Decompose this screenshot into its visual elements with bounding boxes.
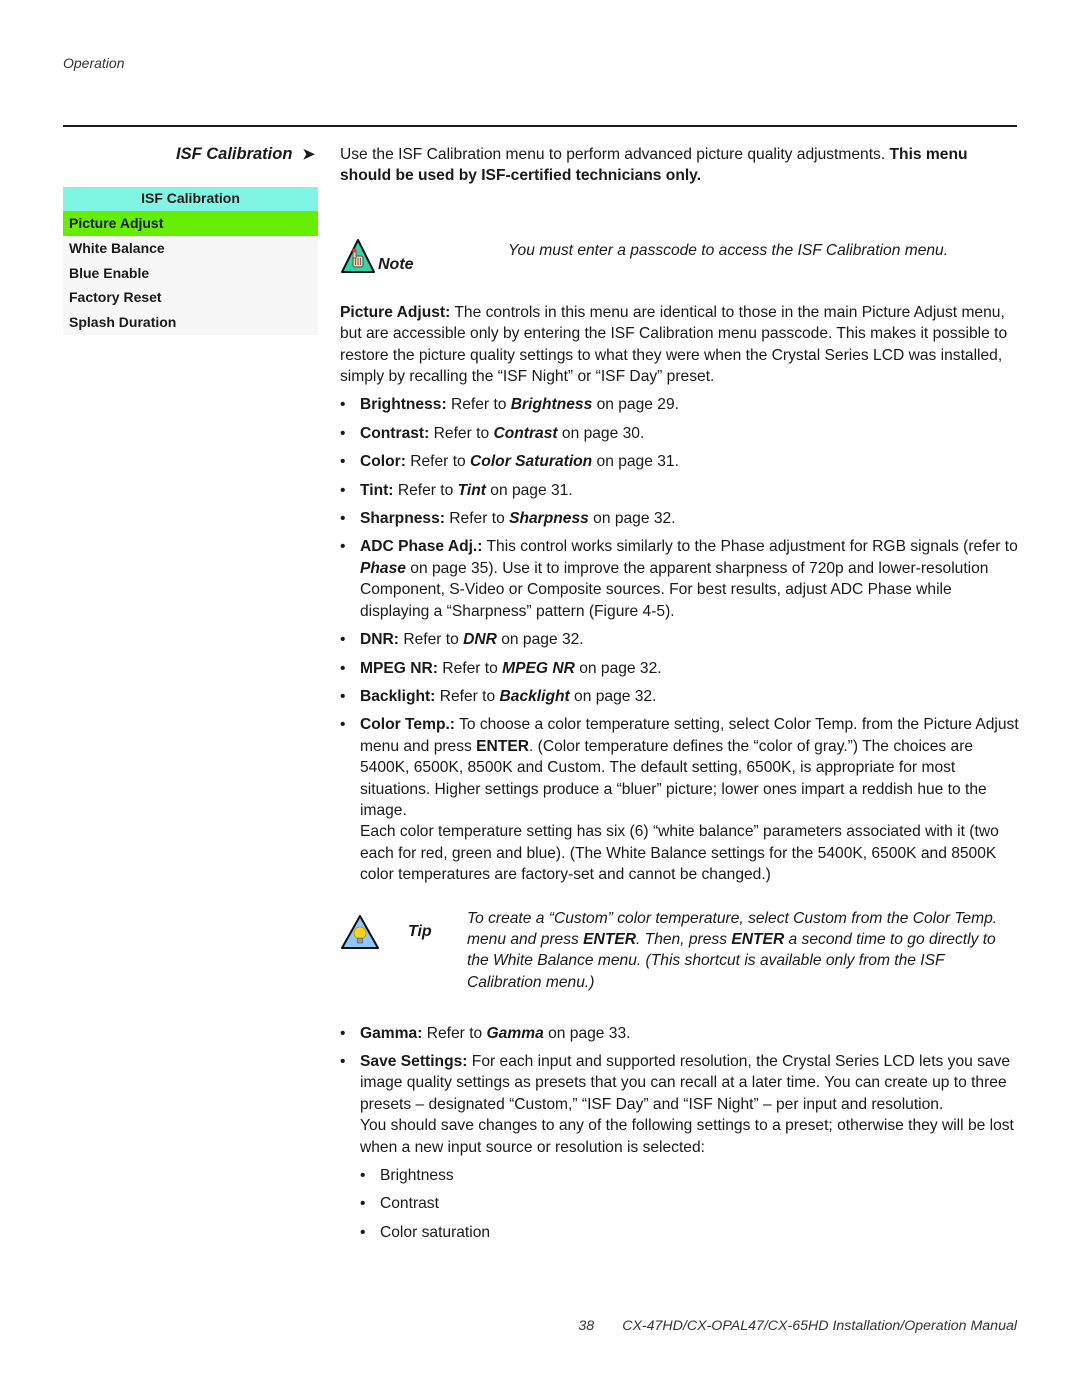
arrow-right-icon: ➤ xyxy=(302,146,315,163)
cross-reference-link[interactable]: Contrast xyxy=(493,425,557,442)
list-item: Color saturation xyxy=(360,1222,1020,1244)
cross-reference-link[interactable]: Gamma xyxy=(487,1025,544,1042)
picture-adjust-lead: Picture Adjust: xyxy=(340,303,451,321)
list-item: Contrast: Refer to Contrast on page 30. xyxy=(340,423,1020,445)
list-item: Contrast xyxy=(360,1193,1020,1215)
cross-reference-link[interactable]: DNR xyxy=(463,631,497,648)
note-hand-icon xyxy=(340,238,376,280)
list-item: Sharpness: Refer to Sharpness on page 32… xyxy=(340,508,1020,530)
list-item: ADC Phase Adj.: This control works simil… xyxy=(340,536,1020,622)
cross-reference-link[interactable]: MPEG NR xyxy=(502,660,575,677)
list-item: MPEG NR: Refer to MPEG NR on page 32. xyxy=(340,658,1020,680)
tip-lightbulb-icon xyxy=(340,914,380,956)
menu-item-factory-reset[interactable]: Factory Reset xyxy=(63,285,318,310)
cross-reference-link[interactable]: Color Saturation xyxy=(470,453,592,470)
picture-adjust-list: Brightness: Refer to Brightness on page … xyxy=(340,394,1020,821)
list-item-color-temp: Color Temp.: To choose a color temperatu… xyxy=(340,714,1020,821)
picture-adjust-paragraph: Picture Adjust: The controls in this men… xyxy=(340,302,1020,388)
cross-reference-link[interactable]: Sharpness xyxy=(509,510,589,527)
section-heading: ISF Calibration ➤ xyxy=(63,145,315,164)
list-item: Color: Refer to Color Saturation on page… xyxy=(340,451,1020,473)
note-label: Note xyxy=(378,255,414,273)
list-item: Brightness: Refer to Brightness on page … xyxy=(340,394,1020,416)
page-footer: 38 CX-47HD/CX-OPAL47/CX-65HD Installation… xyxy=(0,1318,1017,1334)
menu-item-picture-adjust[interactable]: Picture Adjust xyxy=(63,211,318,236)
menu-title: ISF Calibration xyxy=(63,187,318,211)
cross-reference-link[interactable]: Phase xyxy=(360,560,406,577)
main-content: Use the ISF Calibration menu to perform … xyxy=(340,144,1020,1244)
cross-reference-link[interactable]: Tint xyxy=(458,482,486,499)
menu-item-white-balance[interactable]: White Balance xyxy=(63,236,318,261)
tip-callout: Tip To create a “Custom” color temperatu… xyxy=(340,898,1020,1016)
save-settings-note: You should save changes to any of the fo… xyxy=(360,1117,1014,1156)
note-callout: Note You must enter a passcode to access… xyxy=(340,212,1020,302)
list-item-gamma: Gamma: Refer to Gamma on page 33. xyxy=(340,1023,1020,1045)
running-head: Operation xyxy=(63,55,125,71)
saved-settings-list: Brightness Contrast Color saturation xyxy=(340,1165,1020,1244)
section-heading-text: ISF Calibration xyxy=(175,145,293,163)
intro-paragraph: Use the ISF Calibration menu to perform … xyxy=(340,144,1020,187)
menu-item-blue-enable[interactable]: Blue Enable xyxy=(63,261,318,286)
cross-reference-link[interactable]: Brightness xyxy=(511,396,592,413)
menu-item-splash-duration[interactable]: Splash Duration xyxy=(63,310,318,335)
note-text: You must enter a passcode to access the … xyxy=(508,241,949,259)
header-rule xyxy=(63,125,1017,127)
manual-title: CX-47HD/CX-OPAL47/CX-65HD Installation/O… xyxy=(622,1318,1017,1334)
list-item-save-settings: Save Settings: For each input and suppor… xyxy=(340,1051,1020,1115)
list-item: Backlight: Refer to Backlight on page 32… xyxy=(340,686,1020,708)
tip-text: To create a “Custom” color temperature, … xyxy=(467,909,998,991)
white-balance-paragraph: Each color temperature setting has six (… xyxy=(360,823,999,884)
cross-reference-link[interactable]: Backlight xyxy=(500,688,570,705)
intro-text: Use the ISF Calibration menu to perform … xyxy=(340,146,890,163)
list-item: Brightness xyxy=(360,1165,1020,1187)
tip-label: Tip xyxy=(408,922,432,940)
list-item: Tint: Refer to Tint on page 31. xyxy=(340,480,1020,502)
additional-settings-list: Gamma: Refer to Gamma on page 33. Save S… xyxy=(340,1023,1020,1116)
isf-calibration-menu: ISF Calibration Picture Adjust White Bal… xyxy=(63,187,318,335)
list-item: DNR: Refer to DNR on page 32. xyxy=(340,629,1020,651)
page-number: 38 xyxy=(578,1318,595,1334)
